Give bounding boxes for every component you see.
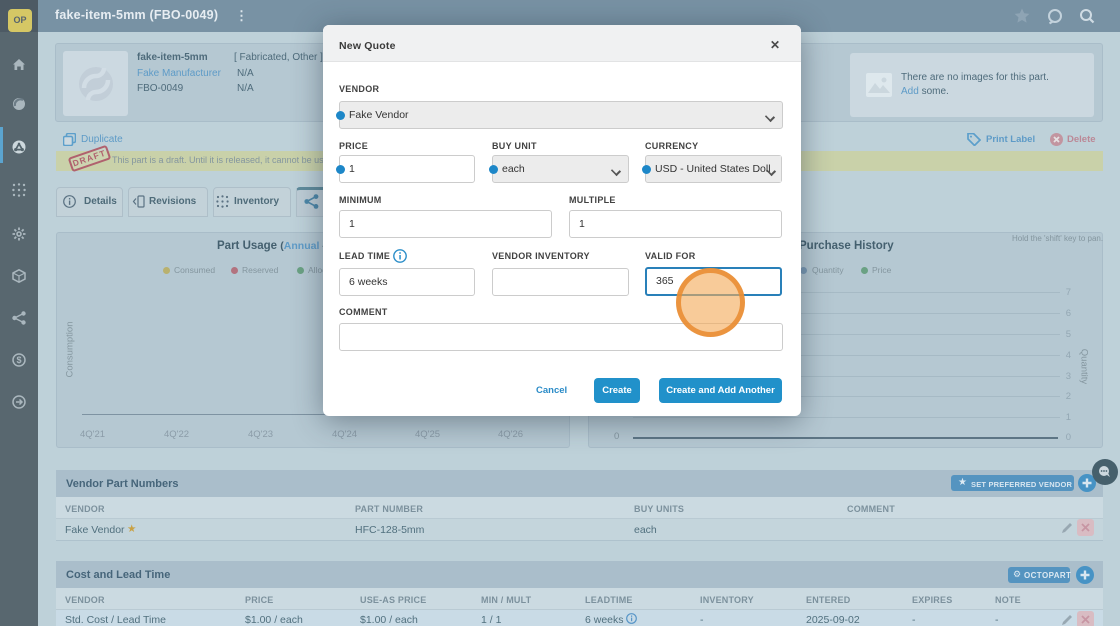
svg-text:$: $ [16,355,21,365]
